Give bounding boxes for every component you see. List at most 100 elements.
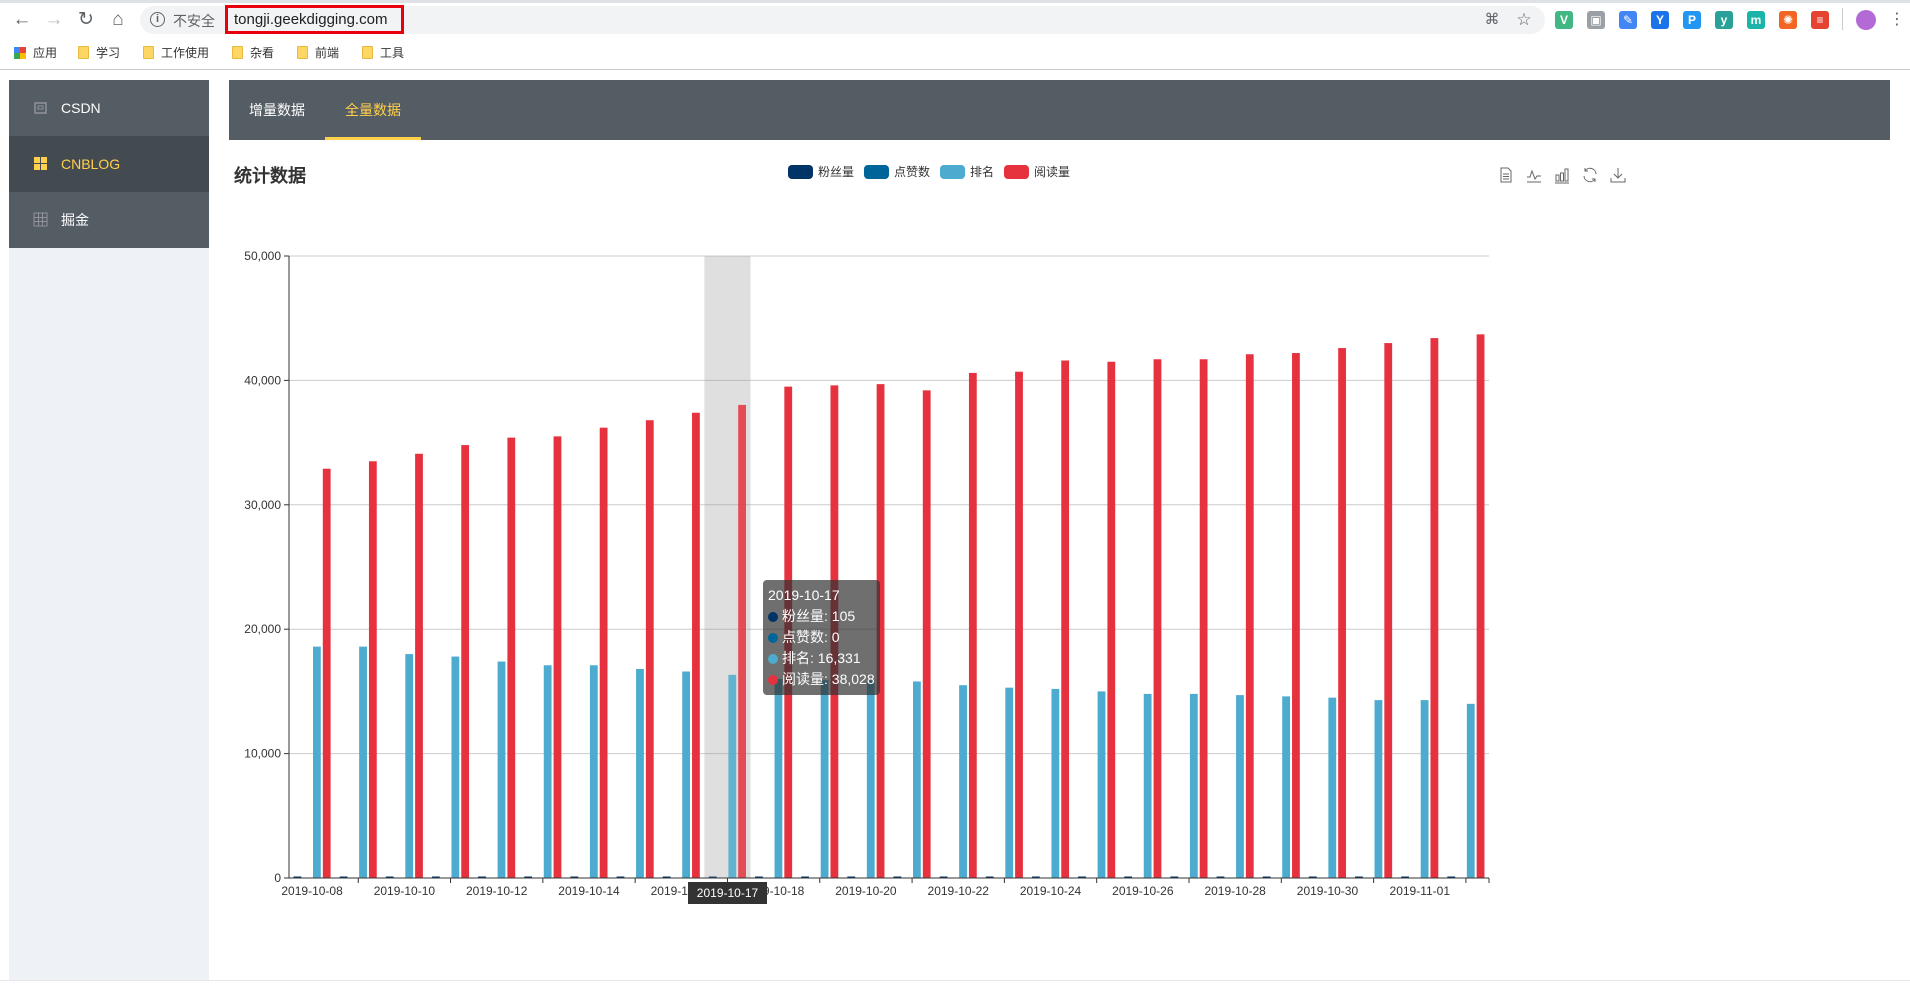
home-button[interactable]: ⌂ — [106, 8, 130, 32]
bar-reads — [738, 404, 746, 878]
legend-swatch — [864, 164, 890, 179]
url-input[interactable]: tongji.geekdigging.com — [225, 5, 404, 34]
data-view-icon[interactable] — [1497, 166, 1515, 184]
legend-swatch — [940, 164, 966, 179]
bar-rank — [1005, 687, 1014, 878]
sidebar-item-label: 掘金 — [61, 212, 89, 228]
bar-reads — [1107, 361, 1116, 878]
legend-label: 排名 — [970, 165, 995, 179]
tab-strip — [0, 0, 1910, 3]
info-icon[interactable]: i — [150, 12, 165, 27]
x-tick-label: 2019-10-08 — [281, 884, 343, 898]
bar-fans — [1262, 876, 1271, 878]
bookmark-item[interactable]: 学习 — [78, 44, 120, 61]
bar-fans — [1308, 876, 1317, 878]
reload-button[interactable]: ↻ — [74, 8, 98, 32]
bar-reads — [599, 427, 608, 878]
bar-reads — [368, 461, 377, 878]
bar-rank — [1189, 693, 1198, 878]
line-chart-icon[interactable] — [1525, 166, 1543, 184]
legend-item-rank[interactable]: 排名 — [940, 163, 994, 180]
bookmark-item[interactable]: 工具 — [362, 44, 404, 61]
tooltip-row: 粉丝量: 105 — [782, 608, 856, 624]
vue-devtools-icon[interactable]: V — [1555, 11, 1573, 29]
y-extension-icon[interactable]: Y — [1651, 11, 1669, 29]
profile-avatar[interactable] — [1856, 10, 1876, 30]
bar-reads — [1015, 371, 1023, 878]
bar-rank — [774, 678, 783, 878]
grid-icon — [34, 157, 47, 170]
bookmark-item[interactable]: 应用 — [14, 44, 57, 61]
bar-reads — [1292, 353, 1300, 879]
bar-rank — [1282, 696, 1291, 878]
bar-rank — [1143, 693, 1152, 878]
bookmark-label: 工作使用 — [161, 46, 210, 60]
y-tick-label: 0 — [274, 871, 281, 885]
bookmark-item[interactable]: 前端 — [297, 44, 339, 61]
menu-kebab-icon[interactable]: ⋮ — [1885, 8, 1909, 32]
y-tick-label: 10,000 — [244, 747, 281, 761]
todoist-extension-icon[interactable]: ≡ — [1811, 11, 1829, 29]
bar-rank — [728, 674, 737, 878]
inbox-icon — [34, 102, 47, 114]
bar-fans — [1078, 876, 1086, 878]
apps-grid-icon — [14, 46, 26, 59]
bookmark-item[interactable]: 杂看 — [232, 44, 274, 61]
legend-item-fans[interactable]: 粉丝量 — [788, 163, 854, 180]
legend-swatch — [1004, 164, 1030, 179]
legend-item-reads[interactable]: 阅读量 — [1004, 163, 1070, 180]
tooltip-row: 点赞数: 0 — [782, 629, 840, 645]
tooltip-row: 排名: 16,331 — [782, 650, 861, 666]
extension-gray-icon[interactable]: ▣ — [1587, 11, 1605, 29]
y-tick-label: 50,000 — [244, 249, 281, 263]
bird-extension-icon[interactable]: y — [1715, 11, 1733, 29]
sidebar-item-cnblog[interactable]: CNBLOG — [9, 136, 209, 192]
bar-chart: 0 10,000 20,000 30,000 40,000 50,000 2019-10-0… — [244, 249, 1490, 898]
bar-reads — [645, 420, 654, 878]
y-tick-label: 40,000 — [244, 373, 281, 387]
translate-icon[interactable]: ⌘ — [1480, 8, 1504, 32]
orange-extension-icon[interactable]: ✺ — [1779, 11, 1797, 29]
x-tick-label: 2019-11-01 — [1390, 884, 1451, 898]
restore-icon[interactable] — [1581, 166, 1599, 184]
bar-reads — [1338, 348, 1346, 878]
legend-item-likes[interactable]: 点赞数 — [864, 163, 930, 180]
table-icon — [33, 212, 48, 227]
tab-full-data[interactable]: 全量数据 — [325, 80, 421, 140]
bar-rank — [451, 656, 460, 878]
bar-rank — [313, 646, 321, 878]
bar-chart-icon[interactable] — [1553, 166, 1571, 184]
bar-rank — [1374, 700, 1383, 878]
bar-fans — [662, 876, 671, 878]
bar-reads — [507, 437, 516, 878]
bar-rank — [820, 680, 829, 878]
save-image-icon[interactable] — [1609, 166, 1627, 184]
series-dot — [768, 674, 778, 685]
bookmark-star-icon[interactable]: ☆ — [1512, 8, 1536, 32]
back-button[interactable]: ← — [10, 8, 34, 32]
axis-pointer-shadow — [704, 256, 751, 878]
bar-fans — [1216, 876, 1225, 878]
series-dot — [768, 653, 778, 664]
compass-extension-icon[interactable]: ✎ — [1619, 11, 1637, 29]
bar-fans — [1447, 876, 1456, 878]
toolbar-separator — [0, 69, 1910, 70]
x-tick-label: 2019-10-12 — [466, 884, 528, 898]
p-extension-icon[interactable]: P — [1683, 11, 1701, 29]
sidebar-item-label: CNBLOG — [61, 156, 121, 172]
sidebar-item-csdn[interactable]: CSDN — [9, 80, 209, 136]
toolbar-divider — [1842, 8, 1843, 30]
sidebar-item-juejin[interactable]: 掘金 — [9, 192, 209, 248]
m-extension-icon[interactable]: m — [1747, 11, 1765, 29]
bar-rank — [1097, 691, 1106, 878]
forward-button[interactable]: → — [42, 8, 66, 32]
bar-rank — [636, 669, 644, 878]
tab-incremental-data[interactable]: 增量数据 — [229, 80, 325, 140]
x-tick-label: 2019-10-30 — [1297, 884, 1359, 898]
bar-reads — [1384, 343, 1393, 879]
bar-rank — [1420, 700, 1429, 878]
bar-reads — [1153, 359, 1162, 878]
bar-rank — [359, 646, 367, 878]
bookmark-item[interactable]: 工作使用 — [143, 44, 209, 61]
bar-rank — [682, 671, 691, 878]
